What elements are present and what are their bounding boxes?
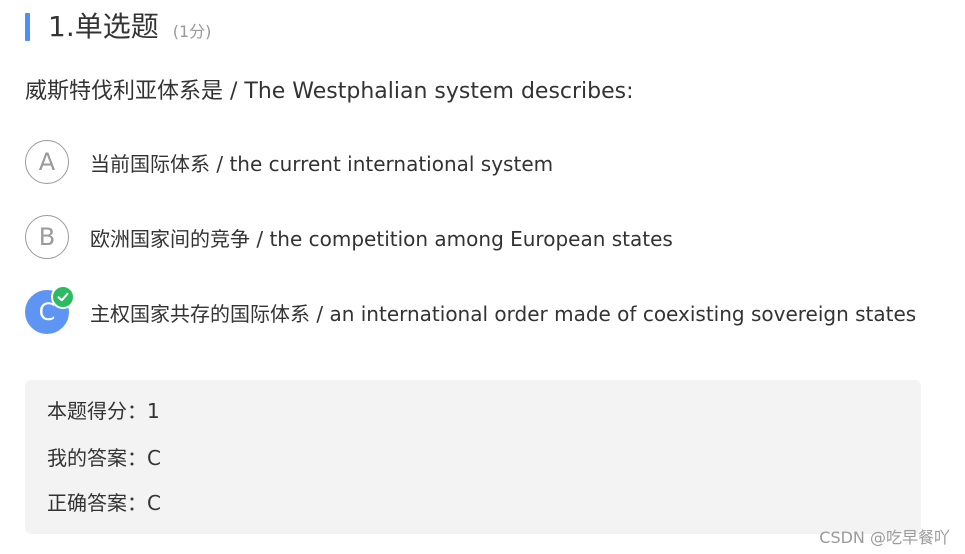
watermark: CSDN @吃早餐吖: [819, 528, 950, 547]
question-points: (1分): [172, 22, 212, 41]
question-header: 1.单选题 (1分): [25, 8, 211, 46]
option-c-text: 主权国家共存的国际体系 / an international order mad…: [90, 301, 917, 326]
question-text: 威斯特伐利亚体系是 / The Westphalian system descr…: [25, 79, 634, 104]
option-c[interactable]: C 主权国家共存的国际体系 / an international order m…: [25, 285, 917, 335]
option-b-circle[interactable]: B: [25, 215, 69, 259]
option-a[interactable]: A 当前国际体系 / the current international sys…: [25, 139, 553, 185]
question-type-title: 1.单选题: [48, 10, 159, 43]
result-panel: 本题得分：1 我的答案：C 正确答案：C: [25, 380, 921, 534]
check-icon-glyph: [57, 292, 69, 302]
option-a-letter: A: [38, 148, 56, 176]
header-accent-bar: [25, 13, 30, 41]
correct-answer: 正确答案：C: [47, 491, 161, 515]
score-result: 本题得分：1: [47, 399, 160, 423]
option-b[interactable]: B 欧洲国家间的竞争 / the competition among Europ…: [25, 214, 673, 260]
option-b-text: 欧洲国家间的竞争 / the competition among Europea…: [90, 226, 673, 251]
my-answer: 我的答案：C: [47, 446, 161, 470]
check-icon: [51, 285, 75, 309]
option-a-circle[interactable]: A: [25, 140, 69, 184]
option-b-letter: B: [38, 223, 56, 251]
option-a-text: 当前国际体系 / the current international syste…: [90, 151, 554, 176]
option-c-circle[interactable]: C: [25, 285, 75, 334]
